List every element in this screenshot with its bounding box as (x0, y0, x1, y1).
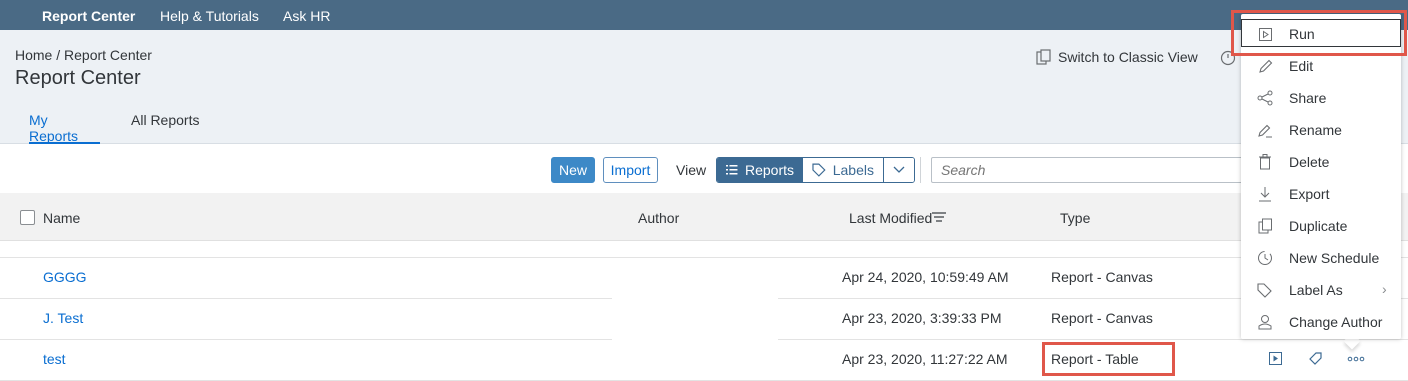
switch-classic-view-button[interactable]: Switch to Classic View (1036, 49, 1198, 65)
menu-item-label-as[interactable]: Label As › (1241, 274, 1401, 306)
nav-report-center[interactable]: Report Center (42, 8, 135, 24)
select-all-checkbox[interactable] (20, 210, 35, 225)
table-row[interactable]: test Apr 23, 2020, 11:27:22 AM Report - … (0, 339, 1408, 380)
rename-icon (1256, 122, 1274, 138)
menu-item-label: Export (1289, 186, 1330, 202)
new-button[interactable]: New (551, 157, 595, 183)
toolbar-divider (920, 157, 921, 183)
tag-icon (1256, 282, 1274, 298)
nav-help-tutorials[interactable]: Help & Tutorials (160, 8, 259, 24)
chevron-right-icon: › (1382, 281, 1387, 297)
report-name-link[interactable]: GGGG (43, 269, 87, 285)
top-nav-bar: Report Center Help & Tutorials Ask HR (0, 0, 1408, 30)
more-icon[interactable] (1347, 356, 1365, 362)
tab-all-reports-label: All Reports (131, 112, 200, 128)
report-name-link[interactable]: J. Test (43, 310, 83, 326)
menu-item-label: Change Author (1289, 314, 1383, 330)
menu-item-label: Edit (1289, 58, 1314, 74)
trash-icon (1256, 154, 1274, 170)
menu-item-delete[interactable]: Delete (1241, 146, 1401, 178)
schedule-icon (1256, 250, 1274, 266)
last-modified-cell: Apr 23, 2020, 11:27:22 AM (842, 351, 1008, 367)
column-name[interactable]: Name (43, 210, 80, 226)
tab-my-reports[interactable]: My Reports (29, 112, 100, 144)
nav-ask-hr[interactable]: Ask HR (283, 8, 330, 24)
menu-item-label: Duplicate (1289, 218, 1348, 234)
view-toggle: Reports Labels (716, 157, 915, 183)
type-cell: Report - Canvas (1051, 269, 1153, 285)
reports-view-label: Reports (744, 162, 794, 178)
column-last-modified[interactable]: Last Modified (849, 210, 932, 226)
chevron-down-icon (893, 166, 905, 173)
column-type[interactable]: Type (1060, 210, 1090, 226)
last-modified-cell: Apr 24, 2020, 10:59:49 AM (842, 269, 1009, 285)
reports-view-button[interactable]: Reports (717, 158, 803, 182)
menu-item-label: Label As (1289, 282, 1343, 298)
list-icon (726, 165, 738, 175)
share-icon (1256, 90, 1274, 106)
view-label: View (676, 162, 707, 178)
table-header: Name Author Last Modified Type (0, 193, 1408, 241)
menu-item-label: Share (1289, 90, 1327, 106)
pencil-icon (1256, 58, 1274, 74)
download-icon (1256, 186, 1274, 202)
duplicate-icon (1256, 218, 1274, 234)
last-modified-cell: Apr 23, 2020, 3:39:33 PM (842, 310, 1002, 326)
labels-view-button[interactable]: Labels (803, 158, 884, 182)
breadcrumb[interactable]: Home / Report Center (15, 47, 152, 63)
menu-item-change-author[interactable]: Change Author (1241, 306, 1401, 338)
menu-item-duplicate[interactable]: Duplicate (1241, 210, 1401, 242)
column-author[interactable]: Author (638, 210, 679, 226)
menu-item-label: Rename (1289, 122, 1342, 138)
menu-item-new-schedule[interactable]: New Schedule (1241, 242, 1401, 274)
menu-item-label: New Schedule (1289, 250, 1380, 266)
toolbar: New Import View Reports Labels (0, 145, 1408, 193)
highlight-box-type (1042, 342, 1175, 376)
copy-icon (1036, 49, 1051, 65)
labels-view-label: Labels (832, 162, 874, 178)
switch-classic-label: Switch to Classic View (1058, 49, 1198, 65)
page-header: Home / Report Center Report Center Switc… (0, 30, 1408, 144)
table-row[interactable]: GGGG Apr 24, 2020, 10:59:49 AM Report - … (0, 257, 1408, 298)
menu-item-label: Delete (1289, 154, 1330, 170)
menu-item-share[interactable]: Share (1241, 82, 1401, 114)
tab-my-reports-label: My Reports (29, 112, 79, 144)
tag-icon (812, 163, 826, 177)
context-menu: Run Edit Share Rename Delete Export Dupl… (1241, 14, 1401, 339)
tab-all-reports[interactable]: All Reports (131, 112, 199, 144)
view-dropdown-button[interactable] (884, 158, 914, 182)
menu-item-rename[interactable]: Rename (1241, 114, 1401, 146)
page-title: Report Center (15, 67, 141, 89)
run-icon[interactable] (1269, 352, 1282, 365)
menu-item-export[interactable]: Export (1241, 178, 1401, 210)
table-row[interactable]: J. Test Apr 23, 2020, 3:39:33 PM Report … (0, 298, 1408, 339)
report-name-link[interactable]: test (43, 351, 66, 367)
search-input[interactable] (931, 157, 1251, 183)
person-icon (1256, 314, 1274, 330)
tag-icon[interactable] (1308, 351, 1323, 366)
type-cell: Report - Canvas (1051, 310, 1153, 326)
sort-icon[interactable] (932, 211, 946, 223)
run-focus-outline (1241, 19, 1401, 47)
import-button[interactable]: Import (603, 157, 658, 183)
